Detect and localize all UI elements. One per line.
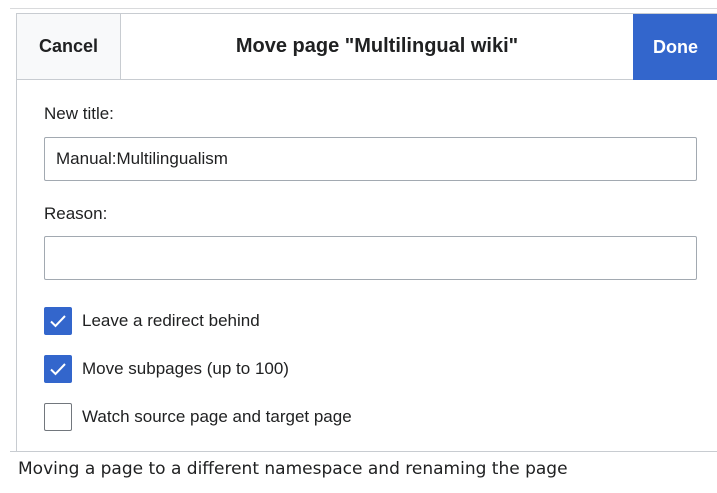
image-frame-top-border xyxy=(10,8,717,9)
watch-pages-checkbox[interactable] xyxy=(44,403,72,431)
done-button[interactable]: Done xyxy=(633,14,717,80)
reason-label: Reason: xyxy=(44,204,108,223)
move-subpages-checkbox[interactable] xyxy=(44,355,72,383)
watch-pages-label: Watch source page and target page xyxy=(82,407,352,426)
move-subpages-option[interactable]: Move subpages (up to 100) xyxy=(44,354,289,384)
leave-redirect-option[interactable]: Leave a redirect behind xyxy=(44,306,260,336)
move-page-dialog: Cancel Move page "Multilingual wiki" Don… xyxy=(16,13,717,452)
dialog-title: Move page "Multilingual wiki" xyxy=(235,35,519,57)
watch-pages-option[interactable]: Watch source page and target page xyxy=(44,402,352,432)
checkmark-icon xyxy=(50,315,66,328)
new-title-label: New title: xyxy=(44,104,114,123)
new-title-input[interactable] xyxy=(44,137,697,181)
leave-redirect-label: Leave a redirect behind xyxy=(82,311,260,330)
image-caption: Moving a page to a different namespace a… xyxy=(18,459,568,479)
checkmark-icon xyxy=(50,363,66,376)
dialog-header: Cancel Move page "Multilingual wiki" Don… xyxy=(17,14,717,80)
leave-redirect-checkbox[interactable] xyxy=(44,307,72,335)
caption-divider xyxy=(10,451,717,452)
move-subpages-label: Move subpages (up to 100) xyxy=(82,359,289,378)
reason-input[interactable] xyxy=(44,236,697,280)
cancel-button[interactable]: Cancel xyxy=(17,14,121,79)
